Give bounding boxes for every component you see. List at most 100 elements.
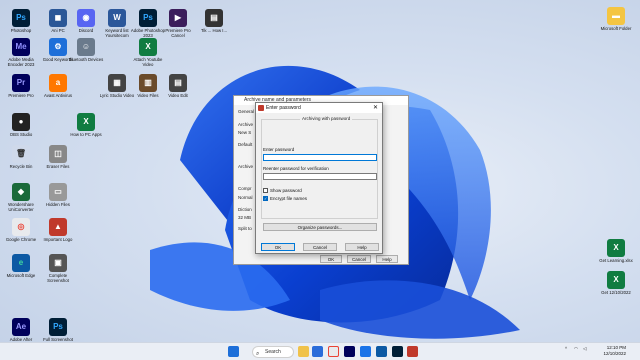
desktop-icon-label: Get Learning.xlsx xyxy=(599,258,633,263)
app-icon: ▭ xyxy=(49,183,67,201)
app-icon: W xyxy=(108,9,126,27)
winrar-taskbar-icon[interactable] xyxy=(407,346,418,357)
desktop-icon[interactable]: ▤ Tik ... How I... xyxy=(196,9,232,38)
archive-cancel-button[interactable]: Cancel xyxy=(347,255,371,263)
app-icon: X xyxy=(607,271,625,289)
desktop-icon[interactable]: ☺ Bluetooth Devices xyxy=(68,38,104,67)
compression-label: Compr xyxy=(238,186,252,191)
app-icon: ◉ xyxy=(77,9,95,27)
desktop-icon-label: OBS Studio xyxy=(9,132,33,137)
app-icon: ⚙ xyxy=(49,38,67,56)
premiere-taskbar-icon[interactable] xyxy=(344,346,355,357)
default-label: Default xyxy=(238,142,253,147)
desktop-icon[interactable]: Me Adobe Media Encoder 2023 xyxy=(3,38,39,67)
help-button[interactable]: Help xyxy=(345,243,379,251)
desktop-icon-label: Tik ... How I... xyxy=(200,28,228,33)
desktop-icon[interactable]: ◆ Wondershare UniConverter xyxy=(3,183,39,212)
dialog-titlebar[interactable]: Enter password ✕ xyxy=(256,103,382,113)
app-icon: Ps xyxy=(12,9,30,27)
desktop-icon-label: Hidden Files xyxy=(46,202,70,207)
desktop-icon[interactable]: e Microsoft Edge xyxy=(3,254,39,283)
start-windows-icon[interactable] xyxy=(228,346,239,357)
desktop-icon[interactable]: Pr Premiere Pro xyxy=(3,74,39,103)
wifi-icon[interactable]: ◠ xyxy=(574,346,578,352)
clock-date: 12/10/2022 xyxy=(603,351,626,356)
desktop-icon[interactable]: ◎ Google Chrome xyxy=(3,218,39,247)
desktop-icon-label: Wondershare UniConverter xyxy=(8,202,34,212)
desktop-icon[interactable]: ◫ Eraser Files xyxy=(40,145,76,174)
encrypt-names-label[interactable]: Encrypt file names xyxy=(270,196,307,201)
desktop-icon-label: Bluetooth Devices xyxy=(68,57,104,62)
dialog-title: Enter password xyxy=(266,105,301,111)
app-icon: ▣ xyxy=(49,254,67,272)
archive-format-label: Archive xyxy=(238,164,254,169)
desktop-icon-label: Video Edit xyxy=(168,93,188,98)
cancel-button[interactable]: Cancel xyxy=(303,243,337,251)
desktop-icon-label: Eraser Files xyxy=(46,164,70,169)
volume-icon[interactable]: ◁ xyxy=(583,346,586,352)
desktop-icon[interactable]: ▬ Microsoft Folder xyxy=(598,7,634,36)
tray-chevron-icon[interactable]: ^ xyxy=(565,346,567,351)
app-icon: X xyxy=(139,38,157,56)
desktop-icon[interactable]: X Get Learning.xlsx xyxy=(598,239,634,268)
desktop-icon[interactable]: X How to PC Apps xyxy=(68,113,104,142)
app-icon: 🗑 xyxy=(12,145,30,163)
file-explorer-icon[interactable] xyxy=(298,346,309,357)
archive-label: Archive xyxy=(238,122,254,127)
compression-select[interactable]: Normal xyxy=(238,195,253,200)
organize-passwords-button[interactable]: Organize passwords... xyxy=(263,223,377,231)
app-icon: ▦ xyxy=(108,74,126,92)
app-icon: ◫ xyxy=(49,145,67,163)
desktop-icon[interactable]: ▭ Hidden Files xyxy=(40,183,76,212)
desktop-icon-label: Attach Youtube Video xyxy=(133,57,163,67)
desktop-icon-label: Adobe Media Encoder 2023 xyxy=(7,57,35,67)
desktop-icon[interactable]: a Avast Antivirus xyxy=(40,74,76,103)
enter-password-input[interactable] xyxy=(263,154,377,161)
enter-password-dialog[interactable]: Enter password ✕ Archiving with password… xyxy=(255,102,383,254)
desktop-icon-label: Google Chrome xyxy=(5,237,37,242)
close-icon[interactable]: ✕ xyxy=(373,103,378,113)
desktop-icon[interactable]: X Get 12/10/2022 xyxy=(598,271,634,300)
reenter-password-label: Reenter password for verification xyxy=(263,166,329,171)
taskbar: ⌕ Search ^ ◠ ◁ 12:10 PM 12/10/2022 xyxy=(0,342,640,360)
desktop-icon[interactable]: Ps Photoshop xyxy=(3,9,39,38)
archive-ok-button[interactable]: OK xyxy=(320,255,342,263)
show-password-label[interactable]: Show password xyxy=(270,188,302,193)
desktop-icon-label: Photoshop xyxy=(10,28,32,33)
desktop-icon[interactable]: ▶ Premiere Pro Cancel xyxy=(160,9,196,38)
chrome-taskbar-icon[interactable] xyxy=(328,346,339,357)
dictionary-label: Diction xyxy=(238,207,252,212)
app-icon: X xyxy=(77,113,95,131)
app-icon: ▶ xyxy=(169,9,187,27)
desktop-icon-label: How to PC Apps xyxy=(70,132,102,137)
archive-help-button[interactable]: Help xyxy=(376,255,398,263)
photoshop-taskbar-icon[interactable] xyxy=(392,346,403,357)
taskbar-search[interactable]: ⌕ Search xyxy=(252,346,294,358)
app-icon: X xyxy=(607,239,625,257)
desktop-icon-label: Recycle Bin xyxy=(9,164,33,169)
app-icon: ▤ xyxy=(169,74,187,92)
desktop-icon[interactable]: 🗑 Recycle Bin xyxy=(3,145,39,174)
encrypt-names-checkbox[interactable]: ✓ xyxy=(263,196,268,201)
app-icon: Ps xyxy=(49,318,67,336)
desktop-icon[interactable]: X Attach Youtube Video xyxy=(130,38,166,67)
dictionary-select[interactable]: 32 MB xyxy=(238,215,251,220)
ok-button[interactable]: OK xyxy=(261,243,295,251)
app-icon: a xyxy=(49,74,67,92)
show-password-checkbox[interactable] xyxy=(263,188,268,193)
desktop-icon[interactable]: ▣ Complete Screenshot xyxy=(40,254,76,283)
taskbar-clock[interactable]: 12:10 PM 12/10/2022 xyxy=(603,345,626,357)
desktop-icon[interactable]: ▤ Video Edit xyxy=(160,74,196,103)
desktop-icon-label: Important Logo xyxy=(43,237,73,242)
tab-general[interactable]: General xyxy=(238,109,254,114)
desktop-icon-label: Complete Screenshot xyxy=(47,273,69,283)
app-taskbar-icon[interactable] xyxy=(360,346,371,357)
desktop-icon-label: Avast Antivirus xyxy=(43,93,73,98)
group-title: Archiving with password xyxy=(300,116,353,121)
reenter-password-input[interactable] xyxy=(263,173,377,180)
desktop-icon[interactable]: ● OBS Studio xyxy=(3,113,39,142)
desktop-icon[interactable]: ▲ Important Logo xyxy=(40,218,76,247)
store-icon[interactable] xyxy=(312,346,323,357)
archive-name-field[interactable]: New S xyxy=(238,130,251,135)
edge-taskbar-icon[interactable] xyxy=(376,346,387,357)
